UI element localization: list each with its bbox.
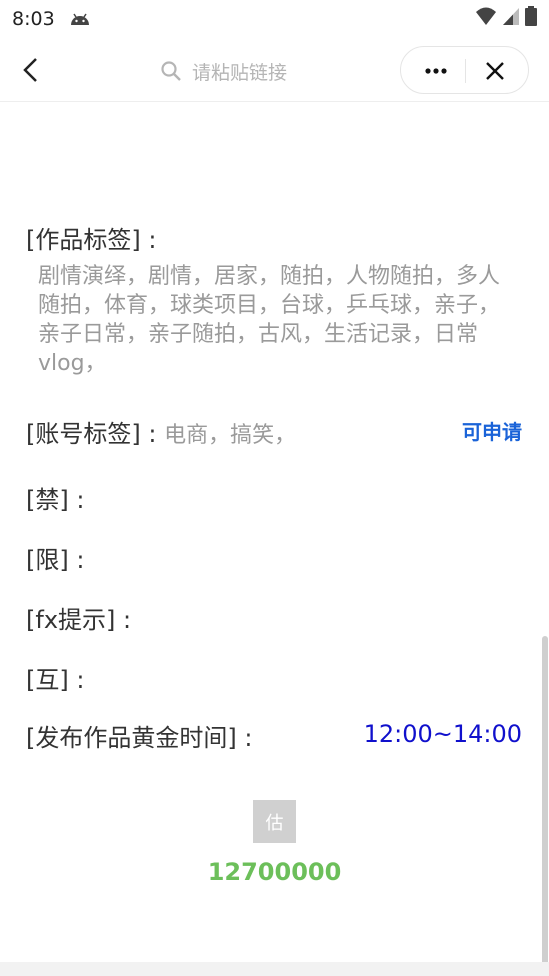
status-time: 8:03 <box>12 8 55 30</box>
estimate-value: 12700000 <box>207 858 342 886</box>
apply-link[interactable]: 可申请 <box>462 416 522 445</box>
search-icon <box>161 61 181 81</box>
work-tags-label: [作品标签] : <box>26 226 157 254</box>
estimate-button[interactable]: 估 <box>253 800 296 843</box>
ban-label: [禁] : <box>26 486 85 514</box>
nav-bar: 请粘贴链接 <box>0 38 549 102</box>
wifi-icon <box>476 7 496 25</box>
more-icon[interactable] <box>419 59 453 83</box>
account-tags-label: [账号标签] : <box>26 420 157 448</box>
android-icon <box>70 13 89 25</box>
gold-time-label: [发布作品黄金时间] : <box>26 724 253 752</box>
search-bar[interactable]: 请粘贴链接 <box>160 56 287 86</box>
signal-icon <box>503 8 519 25</box>
search-placeholder: 请粘贴链接 <box>192 61 288 84</box>
account-tags-row: [账号标签] : 电商，搞笑， <box>26 414 296 449</box>
capsule-divider <box>465 59 466 83</box>
account-tags: 电商，搞笑， <box>164 423 297 448</box>
mini-program-capsule <box>400 46 529 94</box>
back-icon[interactable] <box>18 56 46 84</box>
mutual-label: [互] : <box>26 666 85 694</box>
fx-hint-label: [fx提示] : <box>26 606 132 634</box>
battery-icon <box>525 6 537 26</box>
close-icon[interactable] <box>481 57 509 85</box>
scrollbar[interactable] <box>542 636 548 966</box>
status-indicators <box>475 6 537 26</box>
bottom-bar <box>0 962 549 976</box>
gold-time-value: 12:00~14:00 <box>363 720 522 748</box>
work-tags: 剧情演绎，剧情，居家，随拍，人物随拍，多人随拍，体育，球类项目，台球，乒乓球，亲… <box>38 264 501 376</box>
limit-label: [限] : <box>26 546 85 574</box>
status-bar: 8:03 <box>0 0 549 38</box>
